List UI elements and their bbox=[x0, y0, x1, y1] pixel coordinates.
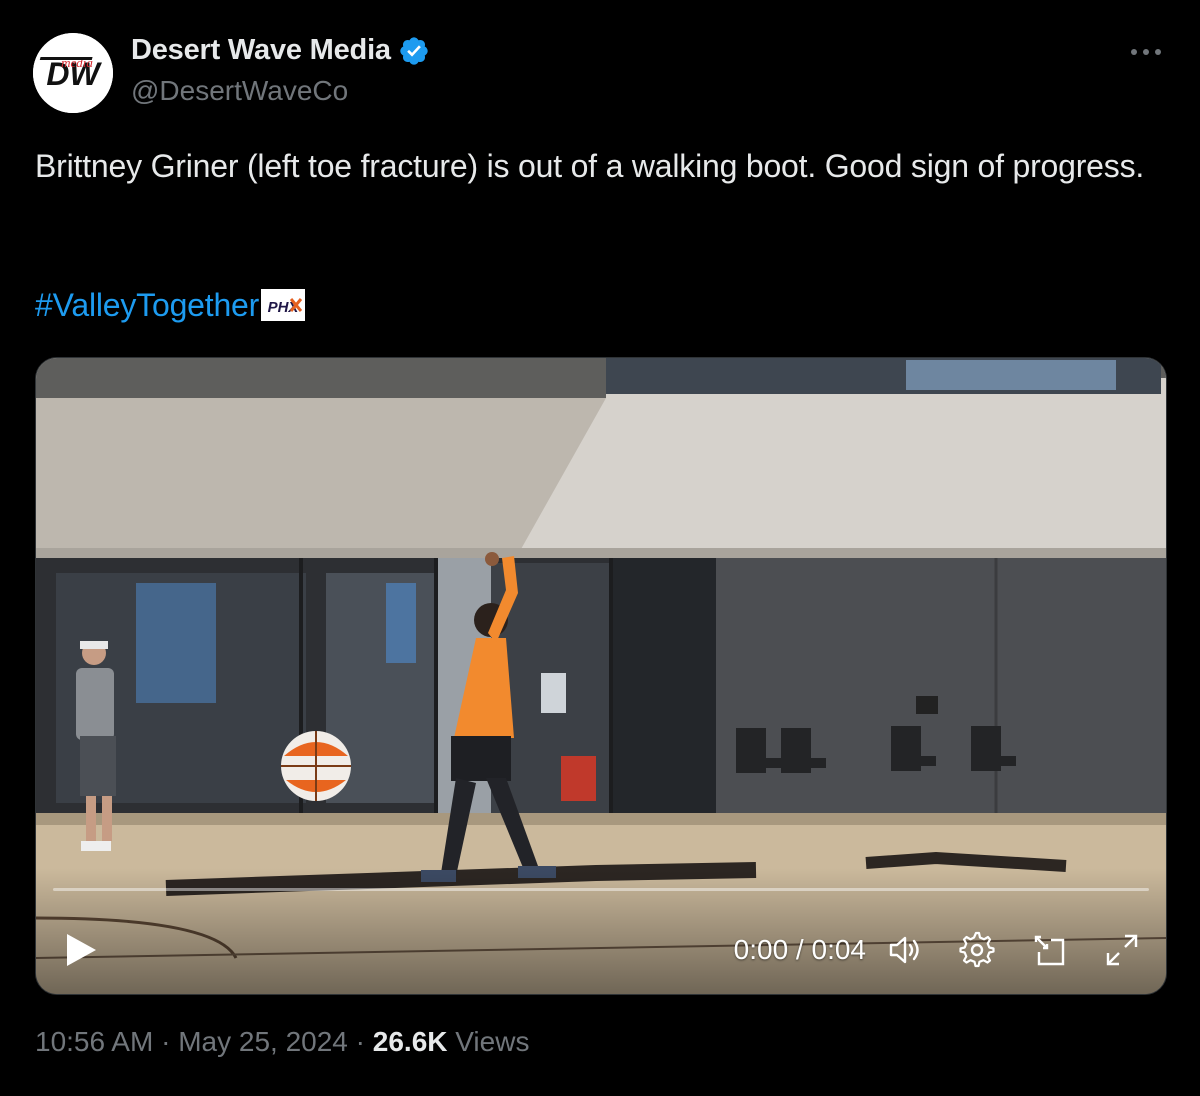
volume-button[interactable] bbox=[882, 928, 926, 972]
video-player[interactable]: 0:00 / 0:04 bbox=[35, 357, 1167, 995]
settings-button[interactable] bbox=[955, 928, 999, 972]
fullscreen-button[interactable] bbox=[1100, 928, 1144, 972]
author-handle[interactable]: @DesertWaveCo bbox=[131, 75, 348, 107]
fullscreen-icon bbox=[1106, 934, 1138, 966]
hashtag-row: #ValleyTogether PHX bbox=[35, 285, 306, 325]
hashtag-link[interactable]: #ValleyTogether bbox=[35, 287, 259, 324]
tweet-date[interactable]: May 25, 2024 bbox=[178, 1026, 348, 1057]
video-time-display: 0:00 / 0:04 bbox=[733, 934, 866, 965]
author-display-name[interactable]: Desert Wave Media bbox=[131, 34, 391, 67]
more-options-button[interactable] bbox=[1124, 36, 1168, 68]
basketball bbox=[281, 731, 351, 801]
video-frame bbox=[36, 358, 1166, 994]
verified-badge-icon[interactable] bbox=[398, 35, 430, 67]
video-progress-bar[interactable] bbox=[53, 888, 1149, 891]
more-horizontal-icon bbox=[1131, 49, 1161, 55]
avatar[interactable]: DW media bbox=[33, 33, 113, 113]
phx-hashtag-emoji: PHX bbox=[261, 289, 306, 321]
views-count[interactable]: 26.6K bbox=[373, 1026, 448, 1057]
play-icon[interactable] bbox=[64, 932, 98, 968]
meta-separator: · bbox=[355, 1026, 365, 1057]
volume-icon bbox=[889, 936, 919, 964]
tweet-card: DW media Desert Wave Media @DesertWaveCo… bbox=[0, 0, 1200, 1096]
settings-gear-icon bbox=[959, 931, 995, 968]
desert-wave-logo: DW media bbox=[33, 33, 113, 113]
meta-separator: · bbox=[161, 1026, 171, 1057]
author-name-row: Desert Wave Media bbox=[131, 34, 430, 67]
views-label: Views bbox=[455, 1026, 530, 1057]
picture-in-picture-icon bbox=[1034, 935, 1065, 966]
tweet-text: Brittney Griner (left toe fracture) is o… bbox=[35, 148, 1145, 184]
tweet-meta: 10:56 AM · May 25, 2024 · 26.6K Views bbox=[35, 1026, 529, 1058]
picture-in-picture-button[interactable] bbox=[1028, 928, 1072, 972]
tweet-time[interactable]: 10:56 AM bbox=[35, 1026, 153, 1057]
